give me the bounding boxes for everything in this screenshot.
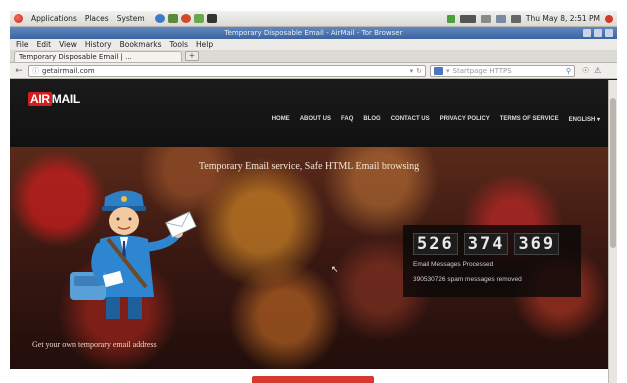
- window-titlebar[interactable]: Temporary Disposable Email - AirMail - T…: [10, 27, 617, 39]
- menu-tools[interactable]: Tools: [170, 40, 188, 49]
- new-tab-button[interactable]: +: [185, 51, 199, 61]
- site-navigation: HOME ABOUT US FAQ BLOG CONTACT US PRIVAC…: [272, 116, 600, 123]
- volume-icon[interactable]: [510, 14, 521, 23]
- browser-menubar: File Edit View History Bookmarks Tools H…: [10, 39, 617, 50]
- browser-launcher-icon[interactable]: [154, 14, 165, 23]
- menu-help[interactable]: Help: [196, 40, 213, 49]
- network-icon[interactable]: [495, 14, 506, 23]
- update-icon[interactable]: [446, 14, 455, 23]
- panel-menu-places[interactable]: Places: [85, 14, 109, 23]
- minimize-icon[interactable]: [583, 29, 591, 37]
- keyboard-icon[interactable]: [459, 14, 476, 23]
- menu-view[interactable]: View: [59, 40, 77, 49]
- page-scrollbar[interactable]: [608, 80, 617, 383]
- screen: Applications Places System Thu May 8, 2:…: [10, 11, 617, 383]
- distro-logo-icon[interactable]: [14, 14, 23, 23]
- url-bar[interactable]: ⓘ getairmail.com ▾ ↻: [28, 64, 426, 77]
- search-engine-dropdown-icon[interactable]: ▾: [446, 67, 450, 75]
- tab-bar: Temporary Disposable Email | ... +: [10, 50, 617, 63]
- hero-section: Temporary Email service, Safe HTML Email…: [10, 147, 608, 383]
- site-identity-icon[interactable]: ⓘ: [32, 66, 39, 76]
- nav-terms-of-service[interactable]: TERMS OF SERVICE: [500, 116, 559, 123]
- back-arrow-icon[interactable]: ←: [14, 66, 24, 76]
- nav-faq[interactable]: FAQ: [341, 116, 353, 123]
- nav-about-us[interactable]: ABOUT US: [300, 116, 331, 123]
- maximize-icon[interactable]: [594, 29, 602, 37]
- url-text: getairmail.com: [42, 66, 95, 75]
- menu-bookmarks[interactable]: Bookmarks: [120, 40, 162, 49]
- edit-icon[interactable]: [480, 14, 491, 23]
- search-bar[interactable]: ▾ Startpage HTTPS ⚲: [430, 64, 575, 77]
- search-placeholder: Startpage HTTPS: [452, 66, 512, 75]
- mail-launcher-icon[interactable]: [167, 14, 178, 23]
- desktop-top-panel: Applications Places System Thu May 8, 2:…: [10, 11, 617, 27]
- stats-counter: 526 374 369 Email Messages Processed 390…: [403, 225, 581, 297]
- tab-label: Temporary Disposable Email | ...: [19, 53, 132, 61]
- nav-privacy-policy[interactable]: PRIVACY POLICY: [440, 116, 490, 123]
- terminal-launcher-icon[interactable]: [206, 14, 217, 23]
- nav-home[interactable]: HOME: [272, 116, 290, 123]
- noscript-icon[interactable]: ⚠: [594, 66, 601, 75]
- clock[interactable]: Thu May 8, 2:51 PM: [526, 14, 600, 23]
- tor-onion-icon[interactable]: ☉: [582, 66, 589, 75]
- search-icon[interactable]: ⚲: [566, 67, 571, 75]
- menu-history[interactable]: History: [85, 40, 112, 49]
- network-launcher-icon[interactable]: [193, 14, 204, 23]
- navigation-toolbar: ← ⓘ getairmail.com ▾ ↻ ▾ Startpage HTTPS…: [10, 63, 617, 79]
- panel-menu-system[interactable]: System: [117, 14, 145, 23]
- counter-digits-1: 526: [413, 233, 458, 255]
- search-engine-icon[interactable]: [434, 66, 443, 75]
- counter-digits-2: 374: [463, 233, 509, 255]
- counter-label: Email Messages Processed: [413, 261, 494, 268]
- scrollbar-thumb[interactable]: [610, 98, 616, 248]
- mouse-cursor-icon: ↖: [331, 265, 339, 275]
- nav-blog[interactable]: BLOG: [363, 116, 380, 123]
- web-page: AIR MAIL HOME ABOUT US FAQ BLOG CONTACT U…: [10, 80, 608, 383]
- spam-removed-label: 390530726 spam messages removed: [413, 276, 522, 283]
- counter-digits-3: 369: [514, 233, 560, 255]
- mailman-illustration: [70, 190, 197, 319]
- panel-menu-applications[interactable]: Applications: [31, 14, 77, 23]
- menu-file[interactable]: File: [16, 40, 29, 49]
- shutdown-icon[interactable]: [605, 14, 613, 23]
- help-launcher-icon[interactable]: [180, 14, 191, 23]
- get-email-button[interactable]: [252, 376, 374, 383]
- nav-contact-us[interactable]: CONTACT US: [391, 116, 430, 123]
- menu-edit[interactable]: Edit: [37, 40, 52, 49]
- window-title: Temporary Disposable Email - AirMail - T…: [224, 29, 403, 37]
- close-icon[interactable]: [605, 29, 613, 37]
- cta-text: Get your own temporary email address: [32, 340, 157, 349]
- site-header: AIR MAIL HOME ABOUT US FAQ BLOG CONTACT U…: [10, 80, 608, 147]
- language-selector[interactable]: ENGLISH ▾: [569, 116, 600, 123]
- below-hero: [10, 369, 608, 383]
- tab-temporary-email[interactable]: Temporary Disposable Email | ...: [14, 51, 182, 62]
- url-dropdown-icon[interactable]: ▾: [410, 67, 414, 75]
- hero-tagline: Temporary Email service, Safe HTML Email…: [198, 161, 420, 172]
- reload-icon[interactable]: ↻: [416, 67, 422, 75]
- airmail-logo[interactable]: AIR MAIL: [28, 92, 80, 106]
